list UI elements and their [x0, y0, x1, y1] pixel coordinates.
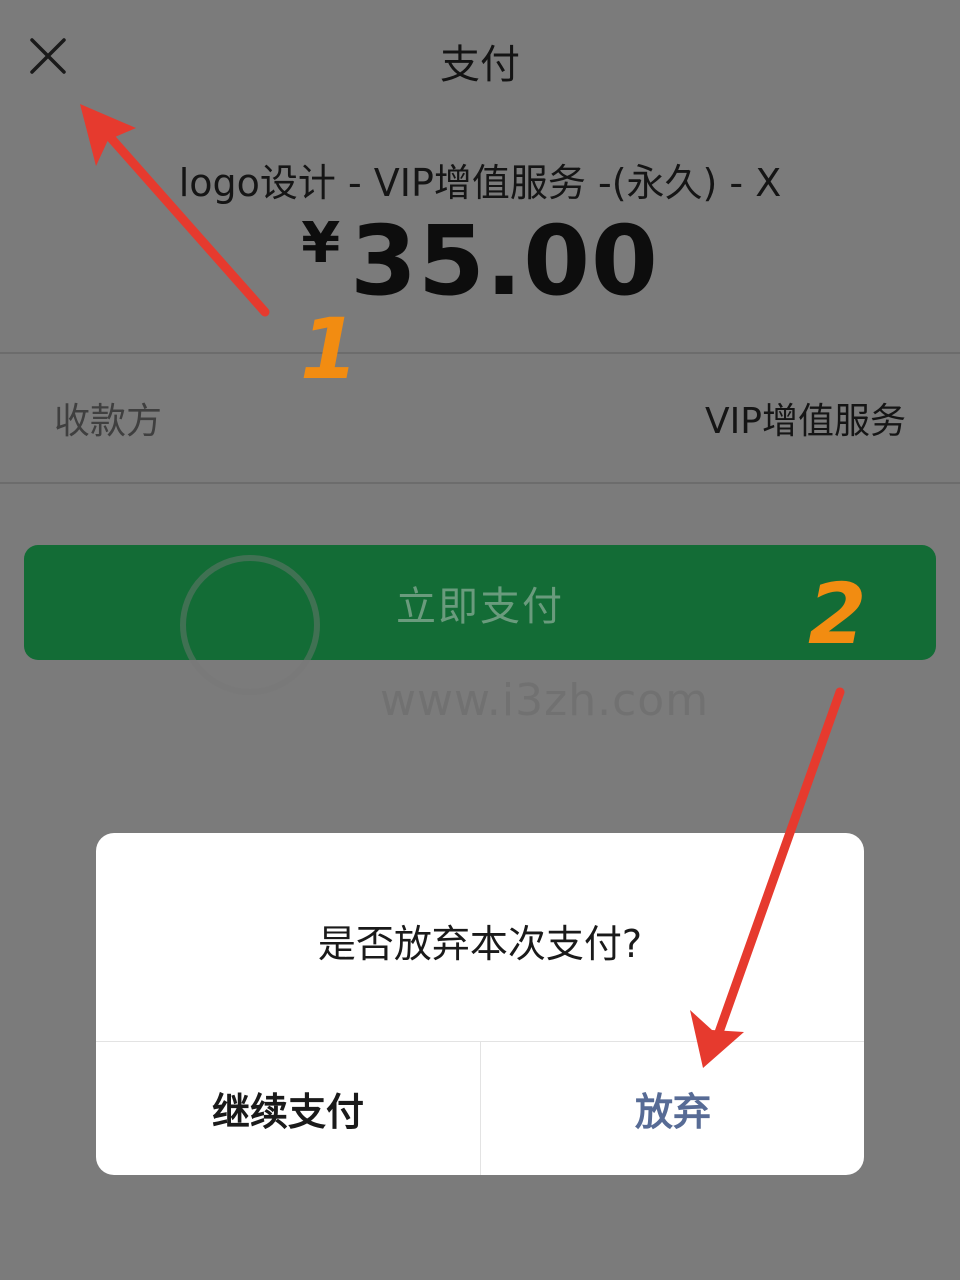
- payee-label: 收款方: [54, 401, 163, 442]
- continue-payment-button[interactable]: 继续支付: [96, 1042, 480, 1175]
- divider: [0, 352, 960, 354]
- nav-bar: 支付: [0, 0, 960, 110]
- dialog-message: 是否放弃本次支付?: [317, 922, 643, 966]
- watermark-url: www.i3zh.com: [380, 675, 710, 726]
- watermark-logo: [180, 555, 320, 695]
- amount: 35.00: [350, 205, 659, 317]
- divider: [0, 482, 960, 484]
- pay-now-button[interactable]: 立即支付: [24, 545, 936, 660]
- page-title: 支付: [440, 42, 520, 88]
- price: ¥35.00: [0, 205, 960, 317]
- currency-symbol: ¥: [301, 211, 341, 276]
- step-1-marker: 1: [300, 300, 359, 398]
- pay-now-label: 立即支付: [396, 584, 564, 629]
- abandon-button[interactable]: 放弃: [481, 1042, 864, 1175]
- payee-value: VIP增值服务: [705, 401, 906, 442]
- step-2-marker: 2: [808, 565, 867, 663]
- product-name: logo设计 - VIP增值服务 -(永久) - X: [178, 161, 782, 205]
- abandon-payment-dialog: 是否放弃本次支付? 继续支付 放弃: [96, 833, 864, 1175]
